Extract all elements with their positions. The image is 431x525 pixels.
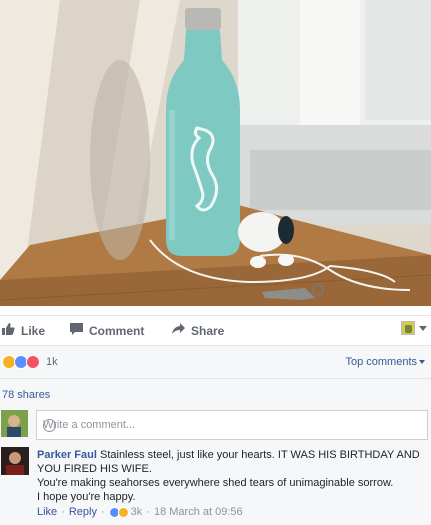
reaction-count: 1k [46,356,58,368]
page-selector[interactable] [401,321,427,335]
comment-timestamp[interactable]: 18 March at 09:56 [154,506,243,518]
separator: · [100,506,105,518]
top-comments-label: Top comments [345,356,417,368]
comment-item: Parker Faul Stainless steel, just like y… [0,444,431,525]
chevron-down-icon [419,360,425,364]
shares-row: 78 shares [0,378,431,408]
comment-placeholder: Write a comment... [43,419,136,431]
post-action-bar: Like Comment Share [0,315,431,345]
chevron-down-icon [419,325,427,331]
share-arrow-icon [172,323,185,338]
comment-body: Parker Faul Stainless steel, just like y… [37,448,427,504]
share-label: Share [191,323,225,338]
comment-input[interactable]: Write a comment... [36,410,428,440]
separator: · [61,506,65,518]
post-photo[interactable] [0,0,431,306]
like-button[interactable]: Like [2,323,45,338]
comment-reactions[interactable] [108,506,129,518]
comment-author[interactable]: Parker Faul [37,449,97,461]
share-button[interactable]: Share [172,323,224,338]
page-avatar [401,321,415,335]
comment-button[interactable]: Comment [70,323,144,338]
comment-line-2: You're making seahorses everywhere shed … [37,477,394,489]
comment-reaction-count: 3k [130,506,143,518]
comment-icon [70,323,83,338]
comment-meta: Like · Reply · 3k · 18 March at 09:56 [37,506,243,518]
comment-label: Comment [89,323,145,338]
shares-link[interactable]: 78 shares [2,389,50,401]
comment-like-link[interactable]: Like [37,506,57,518]
reaction-summary[interactable]: 1k [2,355,58,369]
like-label: Like [21,323,46,338]
comment-line-3: I hope you're happy. [37,491,136,503]
emoji-icon[interactable] [43,419,56,432]
photo-illustration [0,0,431,306]
thumbs-up-icon [2,323,15,338]
avatar [1,410,28,437]
comment-composer: Write a comment... [0,408,431,444]
comment-reply-link[interactable]: Reply [69,506,97,518]
love-reaction-icon [26,355,40,369]
separator: · [146,506,150,518]
reactions-row: 1k Top comments [0,345,431,378]
top-comments-dropdown[interactable]: Top comments [345,356,425,368]
haha-reaction-icon [117,506,129,518]
avatar[interactable] [1,447,29,475]
